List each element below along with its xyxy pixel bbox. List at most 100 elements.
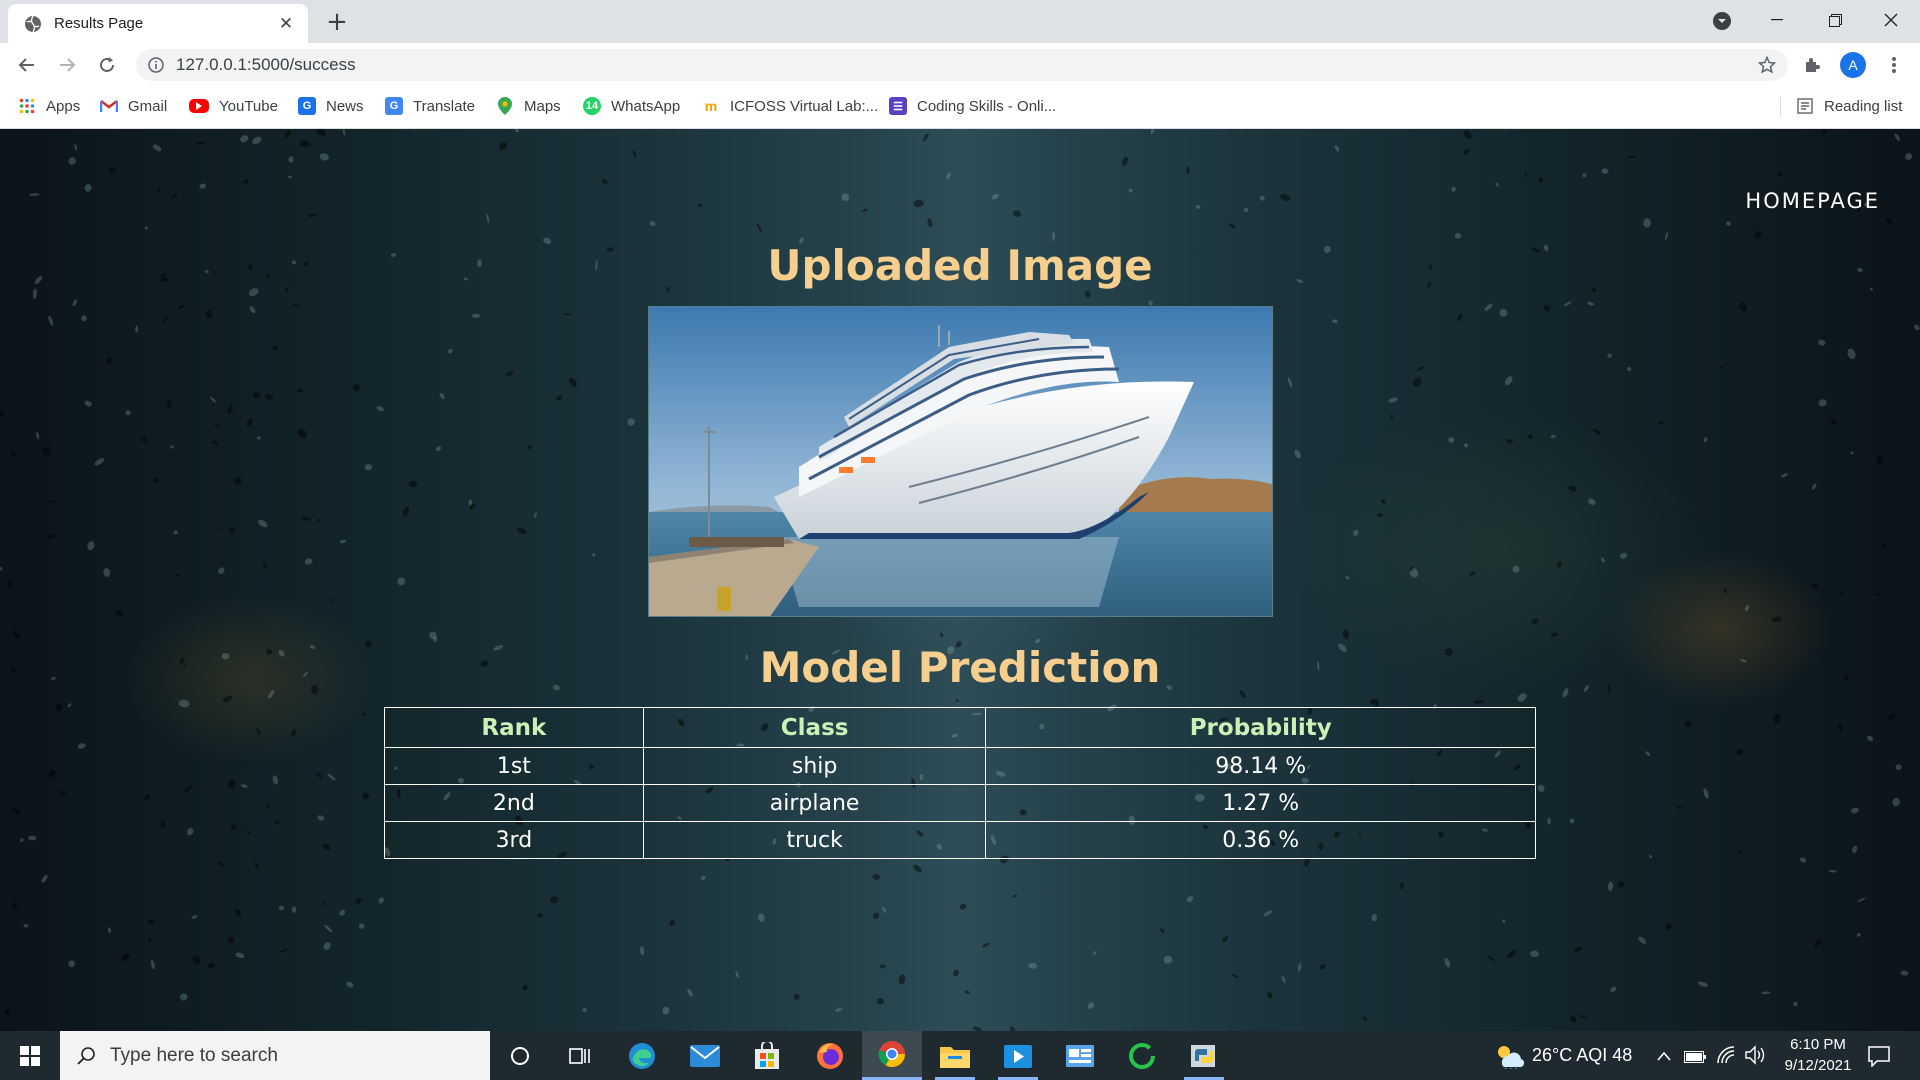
minimize-button[interactable]	[1748, 0, 1806, 40]
reload-button[interactable]	[92, 50, 122, 80]
weather-text[interactable]: 26°C AQI 48	[1532, 1045, 1632, 1066]
bookmark-maps[interactable]: Maps	[496, 87, 561, 125]
close-window-button[interactable]	[1862, 0, 1920, 40]
wifi-icon[interactable]	[1716, 1045, 1736, 1067]
gmail-icon	[100, 97, 118, 115]
bookmarks-bar: Apps Gmail YouTube G News G Translate Ma…	[0, 87, 1920, 129]
search-icon	[77, 1046, 95, 1065]
search-placeholder: Type here to search	[110, 1044, 278, 1066]
clock-date[interactable]: 9/12/2021	[1772, 1057, 1864, 1074]
restore-button[interactable]	[1806, 0, 1864, 40]
tab-title: Results Page	[54, 15, 144, 32]
notifications-icon[interactable]	[1868, 1045, 1890, 1071]
more-menu-icon[interactable]	[1880, 51, 1908, 79]
windows-taskbar: Type here to search 26°C AQI 48 6:10 PM …	[0, 1031, 1920, 1080]
probability-cell: 0.36 %	[985, 821, 1536, 859]
google-news-icon: G	[298, 97, 316, 115]
taskbar-chrome[interactable]	[862, 1031, 922, 1080]
icfoss-icon: m	[704, 98, 718, 114]
taskbar-python-idle[interactable]	[1174, 1031, 1234, 1080]
browser-tab[interactable]: Results Page ✕	[8, 4, 308, 43]
firefox-icon	[817, 1042, 843, 1069]
store-icon	[755, 1041, 779, 1069]
bookmark-gmail[interactable]: Gmail	[100, 87, 167, 125]
profile-avatar[interactable]: A	[1840, 52, 1866, 78]
table-header-row: Rank Class Probability	[384, 707, 1536, 748]
extensions-icon[interactable]	[1798, 51, 1826, 79]
column-header-rank: Rank	[384, 707, 644, 748]
bookmark-label: Coding Skills - Onli...	[917, 97, 1057, 115]
start-button[interactable]	[0, 1031, 60, 1080]
back-button[interactable]	[12, 50, 42, 80]
cortana-button[interactable]	[490, 1031, 550, 1080]
reading-list-button[interactable]: Reading list	[1796, 87, 1902, 125]
bookmarks-divider	[1780, 97, 1781, 117]
table-row: 3rd truck 0.36 %	[384, 821, 1536, 859]
table-row: 2nd airplane 1.27 %	[384, 784, 1536, 822]
bookmark-coding-skills[interactable]: ☰ Coding Skills - Onli...	[889, 87, 1056, 125]
homepage-link[interactable]: HOMEPAGE	[1745, 189, 1880, 213]
green-ring-icon	[1129, 1042, 1155, 1069]
bookmark-news[interactable]: G News	[298, 87, 364, 125]
probability-cell: 1.27 %	[985, 784, 1536, 822]
column-header-probability: Probability	[985, 707, 1536, 748]
probability-cell: 98.14 %	[985, 747, 1536, 785]
forward-button[interactable]	[52, 50, 82, 80]
taskbar-control-panel[interactable]	[1050, 1031, 1110, 1080]
prediction-table: Rank Class Probability 1st ship 98.14 % …	[384, 707, 1536, 859]
taskbar-firefox[interactable]	[800, 1031, 860, 1080]
bookmark-label: Gmail	[128, 97, 168, 115]
whatsapp-icon: 14	[583, 97, 601, 115]
reading-list-icon	[1796, 97, 1814, 115]
bookmark-icfoss[interactable]: m ICFOSS Virtual Lab:...	[702, 87, 878, 125]
tab-search-icon[interactable]	[1710, 9, 1734, 33]
coding-skills-icon: ☰	[889, 97, 907, 115]
task-view-icon	[569, 1047, 590, 1064]
rank-cell: 1st	[384, 747, 644, 785]
bookmark-label: News	[326, 97, 364, 115]
bookmark-whatsapp[interactable]: 14 WhatsApp	[583, 87, 680, 125]
show-hidden-icons-chevron-icon[interactable]	[1656, 1047, 1672, 1066]
rank-cell: 3rd	[384, 821, 644, 859]
youtube-icon	[189, 99, 209, 113]
model-prediction-heading: Model Prediction	[759, 643, 1161, 692]
uploaded-image	[648, 306, 1273, 617]
new-tab-button[interactable]: +	[322, 7, 352, 37]
taskbar-media-app[interactable]	[988, 1031, 1048, 1080]
battery-icon[interactable]	[1684, 1048, 1706, 1067]
chrome-icon	[878, 1041, 906, 1068]
weather-icon[interactable]	[1494, 1043, 1525, 1072]
taskbar-store[interactable]	[737, 1031, 797, 1080]
bookmark-apps[interactable]: Apps	[18, 87, 80, 125]
taskbar-search-box[interactable]: Type here to search	[60, 1031, 490, 1080]
tab-strip: Results Page ✕ +	[0, 0, 1920, 43]
table-row: 1st ship 98.14 %	[384, 747, 1536, 785]
taskbar-mail[interactable]	[675, 1031, 735, 1080]
cortana-circle-icon	[511, 1046, 529, 1065]
taskbar-green-app[interactable]	[1112, 1031, 1172, 1080]
task-view-button[interactable]	[550, 1031, 610, 1080]
taskbar-edge[interactable]	[612, 1031, 672, 1080]
url-text[interactable]: 127.0.0.1:5000/success	[176, 55, 356, 75]
reading-list-label: Reading list	[1824, 97, 1903, 115]
bookmark-label: YouTube	[219, 97, 278, 115]
control-panel-icon	[1066, 1044, 1094, 1067]
clock-time[interactable]: 6:10 PM	[1786, 1036, 1850, 1053]
class-cell: truck	[642, 821, 987, 859]
bookmark-label: Translate	[413, 97, 475, 115]
column-header-class: Class	[642, 707, 987, 748]
bookmark-youtube[interactable]: YouTube	[189, 87, 278, 125]
python-idle-icon	[1191, 1044, 1215, 1067]
maps-pin-icon	[496, 97, 514, 115]
site-info-icon[interactable]	[148, 57, 164, 73]
class-cell: airplane	[642, 784, 987, 822]
media-player-icon	[1004, 1044, 1032, 1068]
translate-icon: G	[385, 97, 403, 115]
taskbar-file-explorer[interactable]	[925, 1031, 985, 1080]
bookmark-star-icon[interactable]	[1757, 55, 1777, 74]
close-tab-icon[interactable]: ✕	[276, 14, 296, 34]
address-bar[interactable]: 127.0.0.1:5000/success	[136, 49, 1788, 81]
edge-icon	[629, 1042, 655, 1069]
volume-icon[interactable]	[1744, 1045, 1766, 1069]
bookmark-translate[interactable]: G Translate	[385, 87, 475, 125]
